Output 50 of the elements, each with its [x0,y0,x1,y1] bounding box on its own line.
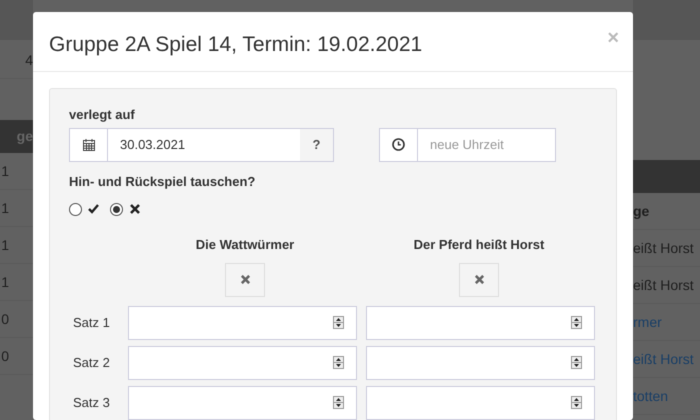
column-header: ge [633,202,650,221]
table-cell-text: 1 [1,236,10,254]
number-input[interactable] [128,386,357,420]
spinner-icon [333,316,344,330]
spinner-icon [333,356,344,370]
close-button[interactable]: × [607,28,619,48]
spinner-icon [333,396,344,410]
table-cell-text: 1 [1,198,10,218]
table-cell-text: eißt Horst [633,276,694,294]
number-input[interactable] [128,306,357,340]
radio-button[interactable] [110,202,123,216]
spinner-icon [571,316,582,330]
modal-title: Gruppe 2A Spiel 14, Termin: 19.02.2021 [49,32,422,58]
header-bar [0,0,33,40]
clear-button[interactable] [459,262,499,297]
number-input[interactable] [366,346,595,380]
set-label: Satz 1 [72,314,111,332]
cross-icon [240,274,250,286]
table-cell-text: 0 [1,346,10,366]
set-label: Satz 3 [72,394,111,412]
calendar-icon [82,138,94,151]
radio-button[interactable] [69,202,82,216]
table-cell-text: 0 [1,310,10,328]
check-icon [88,203,100,216]
cross-icon [474,274,484,286]
field-label: verlegt auf [69,106,136,124]
table-header-bar [633,160,700,193]
field-label: Hin- und Rückspiel tauschen? [69,172,256,191]
set-label: Satz 2 [72,354,111,372]
table-link[interactable]: totten [633,386,668,406]
spinner-icon [571,356,582,370]
number-input[interactable] [366,306,595,340]
header-bar [633,0,700,40]
spinner-icon [571,396,582,410]
cross-icon [129,203,141,216]
number-input[interactable] [366,386,595,420]
team-name: Die Wattwürmer [196,236,294,254]
time-field[interactable]: neue Uhrzeit [379,128,556,162]
table-cell-text: 1 [1,272,10,292]
team-name: Der Pferd heißt Horst [414,236,544,254]
number-input[interactable] [128,346,357,380]
clock-icon [392,138,405,152]
table-cell-text: 1 [1,162,10,180]
table-link[interactable]: rmer [633,312,662,332]
date-field[interactable]: 30.03.2021 ? [69,128,334,162]
table-link[interactable]: eißt Horst [633,348,694,370]
clear-button[interactable] [225,262,265,297]
table-cell-text: eißt Horst [633,238,694,258]
help-button[interactable]: ? [300,128,333,161]
table-cell-text: 4 [25,50,33,70]
